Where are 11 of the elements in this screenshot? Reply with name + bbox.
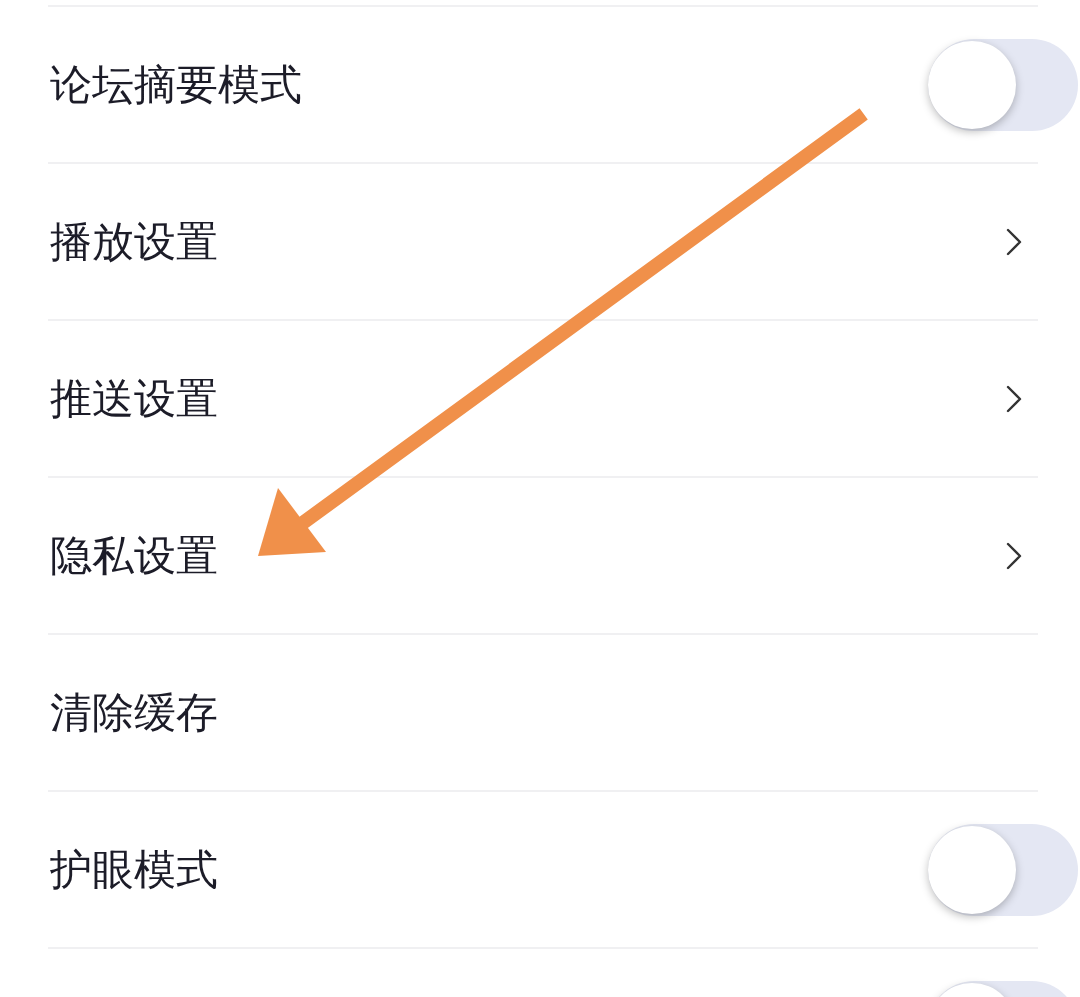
setting-label: 论坛摘要模式: [49, 58, 302, 111]
setting-label: 推送设置: [49, 372, 218, 425]
setting-label: 清除缓存: [49, 686, 218, 739]
setting-label: 隐私设置: [49, 529, 218, 582]
chevron-icon: [1006, 384, 1022, 413]
toggle-switch[interactable]: [928, 823, 1078, 916]
chevron-icon: [1006, 227, 1022, 256]
setting-label: 播放设置: [49, 215, 218, 268]
toggle-switch[interactable]: [928, 38, 1078, 131]
setting-label: 护眼模式: [49, 843, 218, 896]
chevron-icon: [1006, 541, 1022, 570]
